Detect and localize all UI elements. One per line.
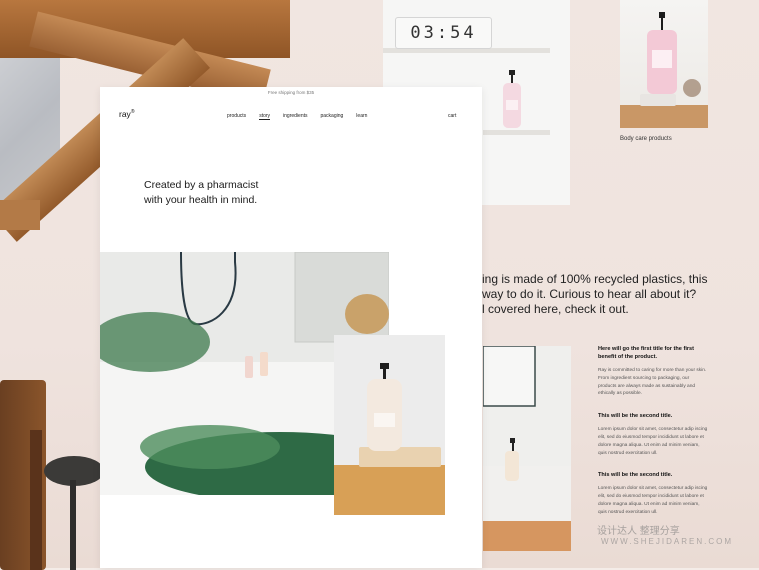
brand-logo[interactable]: ray® [119, 109, 135, 119]
soap-on-sink-image [483, 346, 571, 551]
product-caption[interactable]: Body care products [620, 136, 672, 142]
intro-line: l covered here, check it out. [482, 302, 629, 316]
cart-link[interactable]: cart [448, 113, 456, 119]
promo-bar-text: Free shipping from $35 [267, 90, 315, 95]
soap-bottle-image [334, 335, 445, 515]
benefit-title: This will be the second title. [598, 472, 673, 479]
main-nav: products story ingredients packaging lea… [227, 113, 367, 120]
packaging-intro-text: ing is made of 100% recycled plastics, t… [482, 272, 732, 317]
benefit-body: Ray is committed to caring for more than… [598, 368, 707, 397]
logo-text: ray [119, 109, 131, 119]
benefit-body: Lorem ipsum dolor sit amet, consectetur … [598, 427, 708, 456]
benefit-body: Lorem ipsum dolor sit amet, consectetur … [598, 486, 708, 515]
intro-line: ing is made of 100% recycled plastics, t… [482, 272, 708, 286]
hero-heading: Created by a pharmacist with your health… [144, 178, 364, 208]
watermark-url: WWW.SHEJIDAREN.COM [601, 537, 733, 546]
hero-line: Created by a pharmacist [144, 179, 259, 191]
pump-bottle-image [503, 70, 521, 128]
side-table-leg [70, 480, 76, 570]
nav-item-story[interactable]: story [259, 113, 271, 120]
clock-display: 03:54 [395, 17, 492, 49]
logo-mark: ® [130, 109, 135, 116]
website-card: Free shipping from $35 ray® products sto… [100, 87, 482, 568]
nav-item-packaging[interactable]: packaging [321, 113, 344, 120]
chair-leg [30, 430, 42, 570]
watermark-text: 设计达人 整理分享 [597, 526, 680, 537]
hero-line: with your health in mind. [144, 194, 258, 206]
pink-bottle-image [620, 12, 708, 128]
benefits-column: Here will go the first title for the fir… [598, 345, 708, 531]
product-photo-soap [334, 335, 445, 515]
nav-item-products[interactable]: products [227, 113, 246, 120]
intro-line: way to do it. Curious to hear all about … [482, 287, 697, 301]
bathroom-photo [483, 346, 571, 551]
product-photo [620, 0, 708, 128]
nav-item-ingredients[interactable]: ingredients [283, 113, 307, 120]
nav-item-learn[interactable]: learn [356, 113, 367, 120]
benefit-title: This will be the second title. [598, 413, 673, 420]
benefit-title: Here will go the first title for the fir… [598, 346, 695, 360]
wooden-beam [0, 200, 40, 230]
